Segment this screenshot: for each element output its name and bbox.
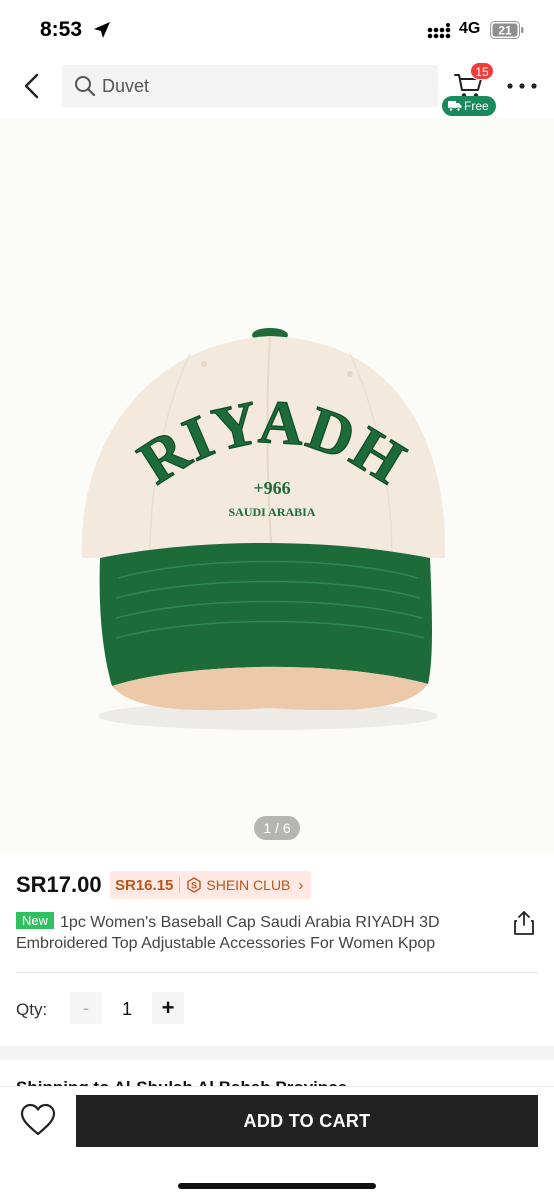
- top-nav: Duvet 15 Free: [0, 58, 554, 118]
- price-row: SR17.00 SR16.15 S SHEIN CLUB ›: [0, 868, 554, 904]
- cap-sub-text: SAUDI ARABIA: [228, 505, 315, 519]
- location-arrow-icon: [94, 22, 110, 38]
- search-input[interactable]: Duvet: [62, 65, 438, 107]
- home-indicator: [178, 1183, 376, 1189]
- network-type: 4G: [459, 20, 481, 37]
- status-time: 8:53: [40, 18, 83, 41]
- divider: [16, 972, 538, 973]
- cart-count-badge: 15: [470, 62, 494, 80]
- search-icon: [75, 76, 96, 97]
- add-to-cart-button[interactable]: ADD TO CART: [76, 1095, 538, 1147]
- qty-label: Qty:: [16, 1000, 48, 1019]
- qty-decrease-button[interactable]: -: [70, 992, 102, 1024]
- signal-icon: [427, 23, 451, 39]
- free-label: Free: [464, 99, 489, 113]
- free-shipping-tag: Free: [442, 96, 496, 116]
- shein-club-banner[interactable]: SR16.15 S SHEIN CLUB ›: [110, 871, 312, 899]
- truck-icon: [448, 101, 462, 112]
- shein-club-logo-icon: S: [187, 877, 202, 893]
- battery-icon: 21: [490, 21, 524, 39]
- new-badge: New: [16, 912, 55, 929]
- club-label: SHEIN CLUB: [206, 877, 291, 893]
- section-separator: [0, 1046, 554, 1060]
- back-arrow-icon[interactable]: [16, 70, 48, 102]
- heart-icon[interactable]: [20, 1103, 56, 1137]
- bottom-action-bar: ADD TO CART: [0, 1086, 554, 1200]
- status-bar: 8:53 4G 21: [0, 0, 554, 58]
- qty-increase-button[interactable]: +: [152, 992, 184, 1024]
- product-image-gallery[interactable]: RIYADH +966 SAUDI ARABIA 1 / 6: [0, 118, 554, 854]
- product-title: 1pc Women's Baseball Cap Saudi Arabia RI…: [16, 914, 440, 952]
- club-price: SR16.15: [115, 876, 174, 894]
- product-price: SR17.00: [16, 872, 102, 897]
- cap-code-text: +966: [253, 478, 290, 498]
- cart-button[interactable]: 15 Free: [442, 62, 496, 118]
- svg-text:S: S: [191, 881, 197, 891]
- club-divider: [179, 877, 181, 893]
- search-placeholder: Duvet: [102, 76, 150, 96]
- chevron-right-icon: ›: [298, 876, 304, 894]
- svg-text:21: 21: [498, 24, 512, 38]
- product-title-block: New 1pc Women's Baseball Cap Saudi Arabia…: [16, 912, 486, 954]
- more-options-icon[interactable]: [506, 78, 538, 94]
- qty-value[interactable]: 1: [112, 999, 142, 1020]
- image-counter: 1 / 6: [254, 816, 300, 840]
- cap-embroidery: RIYADH +966 SAUDI ARABIA: [127, 387, 417, 519]
- share-icon[interactable]: [512, 910, 536, 936]
